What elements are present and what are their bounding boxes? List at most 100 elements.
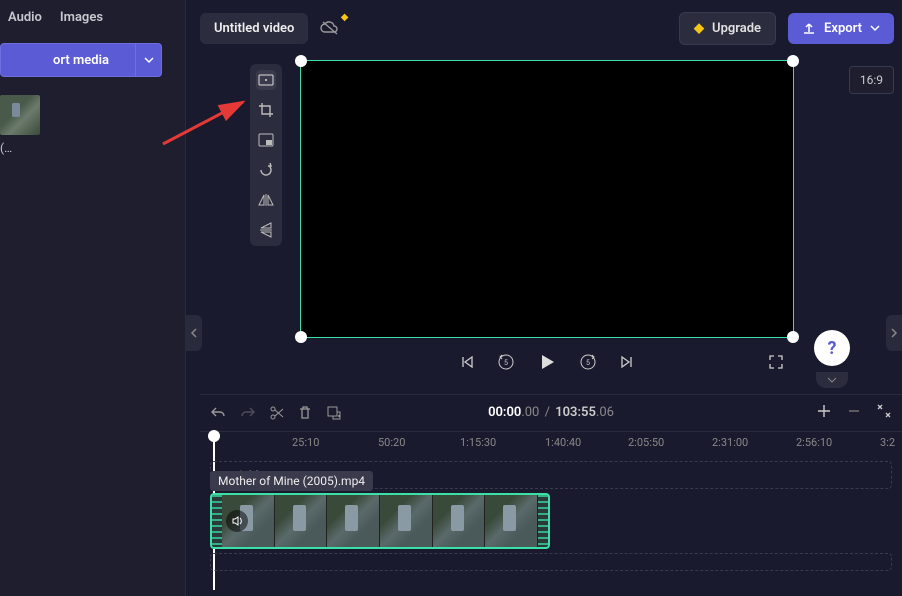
- skip-forward-button[interactable]: [619, 354, 635, 370]
- video-clip[interactable]: [210, 493, 550, 549]
- media-tabs: Audio Images: [0, 0, 185, 35]
- ruler-tick: 2:31:00: [712, 436, 748, 449]
- add-track-button[interactable]: [816, 403, 832, 419]
- clip-thumb: [327, 495, 380, 547]
- forward-icon: 5: [579, 353, 597, 371]
- video-track: Mother of Mine (2005).mp4: [210, 493, 892, 549]
- timeline-ruler[interactable]: 25:10 50:20 1:15:30 1:40:40 2:05:50 2:31…: [200, 431, 902, 457]
- duplicate-button[interactable]: [326, 405, 342, 421]
- resize-handle-br[interactable]: [787, 331, 799, 343]
- clip-thumb: [275, 495, 328, 547]
- ruler-tick: 1:40:40: [545, 436, 581, 449]
- topbar: Untitled video ◆ ◆ Upgrade Export: [200, 8, 894, 48]
- playback-controls: 5 5: [300, 352, 794, 372]
- chevron-down-icon: [827, 376, 837, 384]
- current-time: 00:00: [488, 405, 521, 420]
- rewind-button[interactable]: 5: [497, 353, 515, 371]
- undo-icon: [210, 406, 226, 420]
- import-media-button[interactable]: ort media: [0, 43, 162, 77]
- upload-icon: [802, 21, 816, 35]
- media-thumbnail[interactable]: [0, 95, 40, 135]
- split-button[interactable]: [270, 405, 284, 421]
- ruler-tick: 25:10: [292, 436, 319, 449]
- delete-button[interactable]: [298, 405, 312, 421]
- clip-trim-end[interactable]: [538, 495, 548, 547]
- timeline-panel: 00:00.00 / 103:55.06 25:10 50:20 1:15:30…: [200, 394, 902, 596]
- import-media-label: ort media: [53, 53, 109, 68]
- fit-timeline-button[interactable]: [876, 403, 892, 419]
- project-title[interactable]: Untitled video: [200, 13, 308, 44]
- preview-canvas[interactable]: [300, 60, 794, 338]
- ruler-tick: 50:20: [378, 436, 405, 449]
- pip-icon: [258, 133, 274, 147]
- flip-vertical-tool[interactable]: [256, 220, 276, 240]
- pip-tool[interactable]: [256, 130, 276, 150]
- flip-horizontal-tool[interactable]: [256, 190, 276, 210]
- crop-tool[interactable]: [256, 100, 276, 120]
- play-button[interactable]: [537, 352, 557, 372]
- help-dropdown[interactable]: [816, 372, 848, 388]
- rotate-icon: [258, 162, 274, 178]
- cloud-off-icon: [320, 20, 340, 36]
- upgrade-button[interactable]: ◆ Upgrade: [679, 12, 776, 45]
- compress-icon: [876, 403, 892, 419]
- aspect-ratio-selector[interactable]: 16:9: [849, 66, 894, 94]
- skip-back-button[interactable]: [459, 354, 475, 370]
- crop-icon: [258, 102, 274, 118]
- ruler-tick: 1:15:30: [460, 436, 496, 449]
- trash-icon: [298, 405, 312, 421]
- clip-thumb: [380, 495, 433, 547]
- media-item-label: (…: [0, 141, 185, 155]
- canvas-tool-strip: [250, 64, 282, 246]
- tab-audio[interactable]: Audio: [8, 10, 42, 25]
- empty-track-lane[interactable]: [210, 553, 892, 571]
- redo-icon: [240, 406, 256, 420]
- fit-tool[interactable]: [256, 70, 276, 90]
- flip-v-icon: [259, 222, 273, 238]
- export-label: Export: [824, 21, 862, 36]
- clip-trim-start[interactable]: [212, 495, 222, 547]
- help-icon: ?: [828, 338, 837, 359]
- fullscreen-icon: [768, 354, 784, 370]
- fullscreen-button[interactable]: [768, 354, 784, 370]
- cloud-sync-button[interactable]: ◆: [320, 20, 340, 36]
- duplicate-icon: [326, 405, 342, 421]
- clip-filename-tooltip: Mother of Mine (2005).mp4: [210, 471, 373, 491]
- import-media-dropdown[interactable]: [135, 44, 161, 76]
- gem-icon: ◆: [694, 21, 704, 36]
- chevron-down-icon: [870, 23, 880, 33]
- help-button[interactable]: ?: [814, 330, 850, 366]
- media-sidebar: Audio Images ort media (…: [0, 0, 186, 596]
- clip-thumb: [433, 495, 486, 547]
- redo-button[interactable]: [240, 406, 256, 420]
- preview-area: 16:9 5 5 ?: [200, 52, 894, 390]
- resize-handle-bl[interactable]: [295, 331, 307, 343]
- clip-thumbnails: [222, 495, 538, 547]
- resize-handle-tr[interactable]: [787, 55, 799, 67]
- play-icon: [537, 352, 557, 372]
- rotate-tool[interactable]: [256, 160, 276, 180]
- svg-text:5: 5: [586, 359, 590, 367]
- undo-button[interactable]: [210, 406, 226, 420]
- skip-forward-icon: [619, 354, 635, 370]
- clip-volume-button[interactable]: [226, 510, 248, 532]
- minus-icon: [846, 403, 862, 419]
- clip-thumb: [485, 495, 538, 547]
- fit-icon: [258, 74, 274, 86]
- upgrade-label: Upgrade: [712, 21, 761, 36]
- ruler-tick: 2:56:10: [796, 436, 832, 449]
- chevron-down-icon: [144, 55, 154, 65]
- svg-text:5: 5: [504, 359, 508, 367]
- chevron-left-icon: [190, 328, 198, 338]
- tab-images[interactable]: Images: [60, 10, 103, 25]
- ruler-tick: 2:05:50: [628, 436, 664, 449]
- skip-back-icon: [459, 354, 475, 370]
- duration-time: 103:55: [555, 405, 596, 420]
- rewind-icon: 5: [497, 353, 515, 371]
- forward-button[interactable]: 5: [579, 353, 597, 371]
- zoom-out-button[interactable]: [846, 403, 862, 419]
- export-button[interactable]: Export: [788, 13, 894, 44]
- flip-h-icon: [258, 193, 274, 207]
- resize-handle-tl[interactable]: [295, 55, 307, 67]
- speaker-icon: [231, 515, 243, 527]
